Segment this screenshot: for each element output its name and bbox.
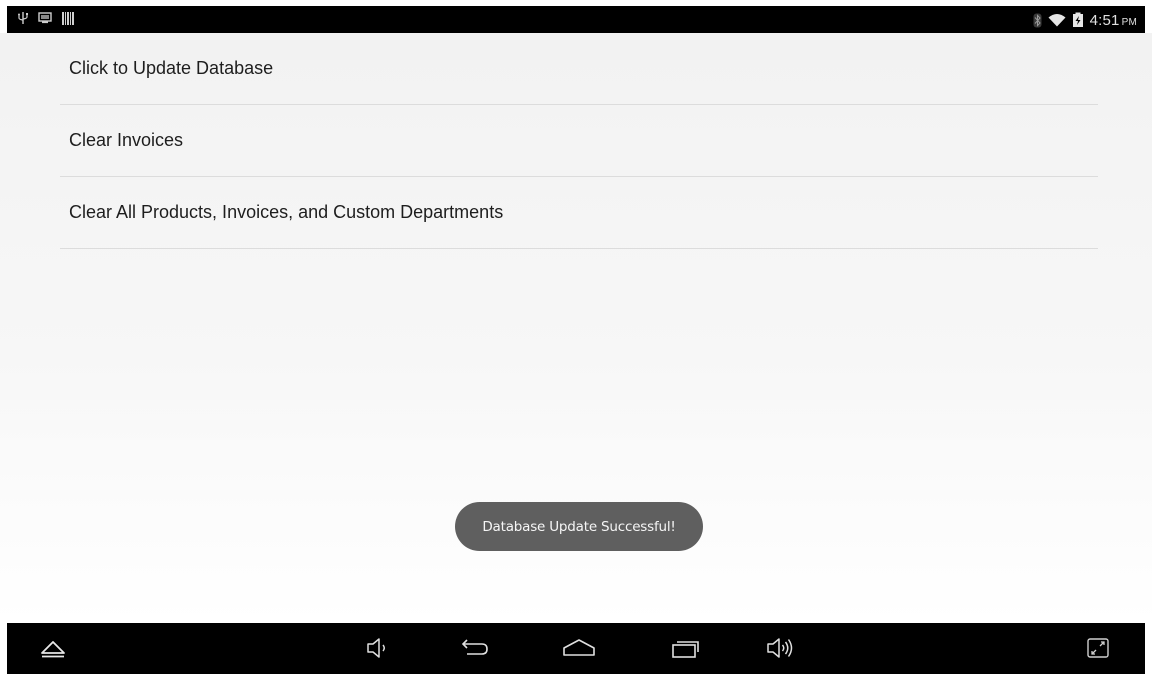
status-right-icons: 4:51 PM	[1033, 10, 1137, 30]
fullscreen-icon	[1087, 638, 1109, 658]
back-icon	[459, 637, 489, 659]
home-button[interactable]	[562, 635, 596, 661]
settings-menu: Click to Update Database Clear Invoices …	[60, 33, 1098, 249]
volume-down-button[interactable]	[363, 635, 393, 661]
android-screen: 4:51 PM Click to Update Database Clear In…	[0, 0, 1152, 674]
back-button[interactable]	[459, 635, 489, 661]
bluetooth-icon	[1033, 13, 1042, 28]
update-database-label: Click to Update Database	[69, 58, 274, 78]
hide-bar-button[interactable]	[38, 635, 68, 661]
hide-bar-icon	[40, 638, 66, 658]
status-left-icons	[18, 11, 74, 25]
clear-invoices-label: Clear Invoices	[69, 130, 184, 150]
usb-icon	[18, 11, 28, 25]
clock-ampm: PM	[1121, 16, 1137, 28]
clock-time: 4:51	[1089, 11, 1120, 29]
clear-all-label: Clear All Products, Invoices, and Custom…	[69, 202, 504, 222]
toast-text: Database Update Successful!	[482, 518, 676, 535]
recent-apps-button[interactable]	[671, 635, 701, 661]
wifi-icon	[1048, 13, 1066, 27]
battery-icon	[1072, 12, 1084, 28]
clear-all-item[interactable]: Clear All Products, Invoices, and Custom…	[60, 177, 1098, 249]
recent-apps-icon	[671, 637, 701, 659]
volume-up-button[interactable]	[765, 635, 795, 661]
screenshot-icon	[38, 12, 52, 24]
volume-up-icon	[766, 637, 794, 659]
status-clock: 4:51 PM	[1090, 12, 1137, 29]
barcode-icon	[62, 11, 74, 25]
volume-down-icon	[366, 637, 390, 659]
content-area: Click to Update Database Clear Invoices …	[0, 33, 1152, 623]
status-bar: 4:51 PM	[7, 6, 1145, 33]
home-icon	[562, 637, 596, 659]
update-database-item[interactable]: Click to Update Database	[60, 33, 1098, 105]
toast-message: Database Update Successful!	[455, 502, 703, 551]
clear-invoices-item[interactable]: Clear Invoices	[60, 105, 1098, 177]
navigation-bar	[7, 623, 1145, 674]
fullscreen-button[interactable]	[1083, 635, 1113, 661]
